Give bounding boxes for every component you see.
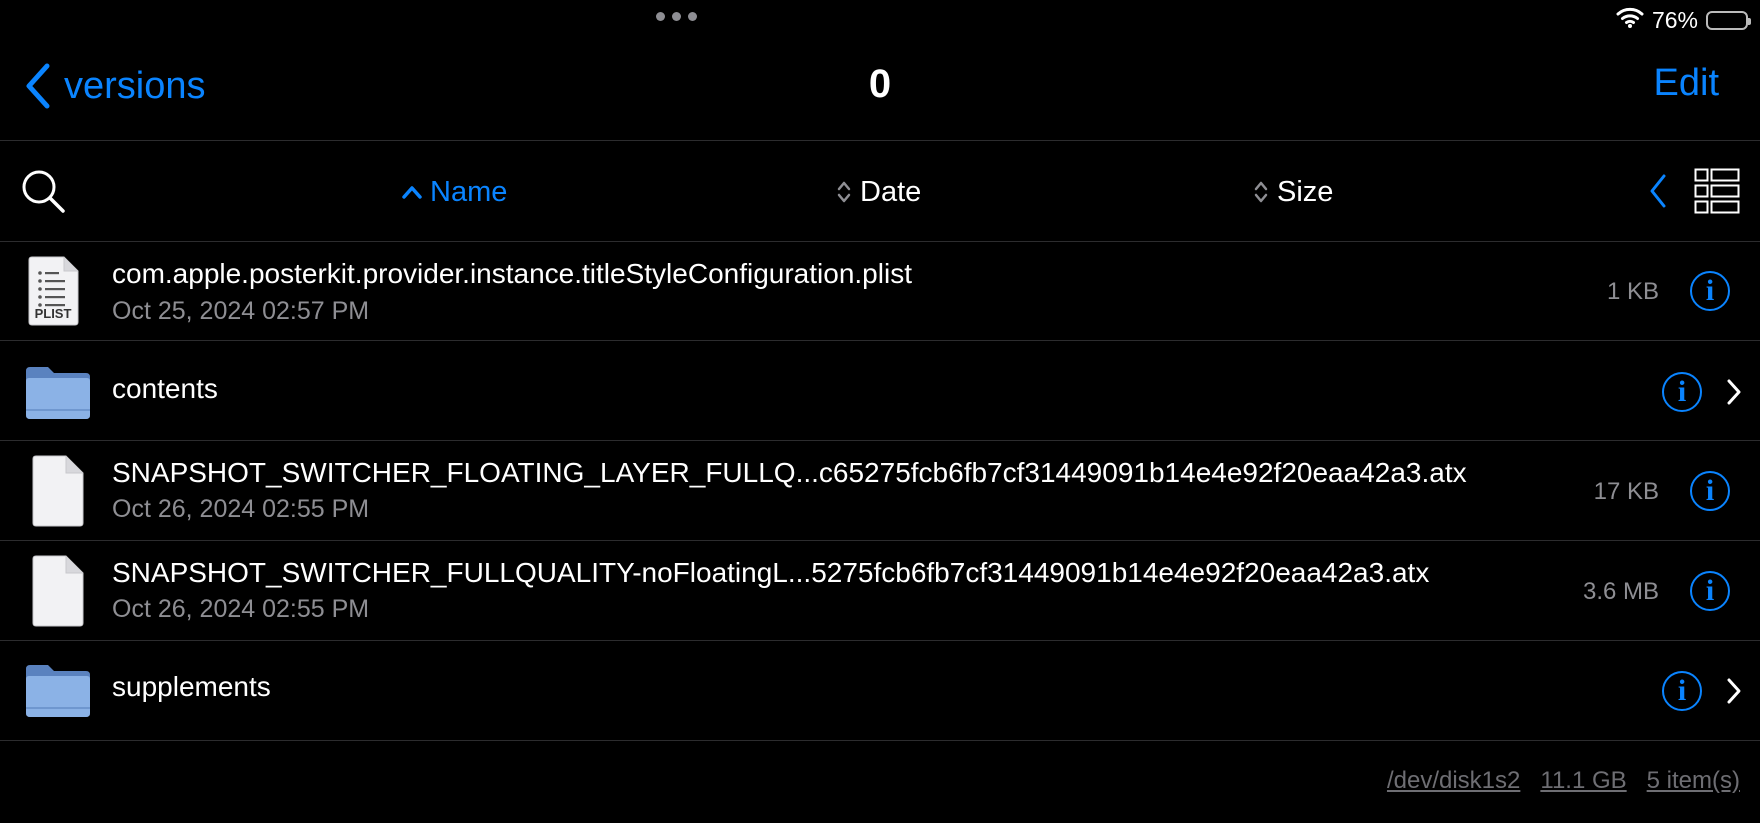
sort-bar: Name Date Size xyxy=(0,141,1760,241)
wifi-icon xyxy=(1616,6,1644,34)
sort-size-label: Size xyxy=(1277,175,1334,208)
free-space-link[interactable]: 11.1 GB xyxy=(1540,767,1626,795)
sort-by-date-button[interactable]: Date xyxy=(836,175,921,209)
list-item[interactable]: PLIST com.apple.posterkit.provider.insta… xyxy=(0,242,1760,340)
battery-icon xyxy=(1706,10,1751,30)
sort-name-label: Name xyxy=(430,175,508,208)
info-button[interactable]: i xyxy=(1690,271,1730,311)
file-browser-screen: 76% versions 0 Edit Name Date Size PLIST… xyxy=(0,0,1760,823)
page-title: 0 xyxy=(868,62,892,106)
sort-ascending-icon xyxy=(402,186,422,199)
file-name: SNAPSHOT_SWITCHER_FLOATING_LAYER_FULLQ..… xyxy=(112,457,1467,488)
list-item[interactable]: supplements i xyxy=(0,641,1760,740)
chevron-right-icon[interactable] xyxy=(1726,378,1742,411)
status-bar: 76% xyxy=(1616,6,1751,34)
info-button[interactable]: i xyxy=(1662,671,1702,711)
file-size: 17 KB xyxy=(1593,478,1659,505)
list-view-icon[interactable] xyxy=(1694,168,1740,219)
file-date: Oct 26, 2024 02:55 PM xyxy=(112,495,370,523)
chevron-right-icon[interactable] xyxy=(1726,677,1742,710)
multitasking-dots[interactable] xyxy=(656,12,697,21)
file-date: Oct 25, 2024 02:57 PM xyxy=(112,297,370,325)
edit-button[interactable]: Edit xyxy=(1654,62,1719,105)
file-name: com.apple.posterkit.provider.instance.ti… xyxy=(112,258,912,289)
info-button[interactable]: i xyxy=(1662,372,1702,412)
search-icon[interactable] xyxy=(20,168,66,219)
file-name: SNAPSHOT_SWITCHER_FULLQUALITY-noFloating… xyxy=(112,557,1430,588)
sort-by-name-button[interactable]: Name xyxy=(402,175,507,209)
info-button[interactable]: i xyxy=(1690,571,1730,611)
file-date: Oct 26, 2024 02:55 PM xyxy=(112,595,370,623)
chevron-left-icon[interactable] xyxy=(1648,173,1668,214)
file-size: 3.6 MB xyxy=(1582,578,1659,605)
list-item[interactable]: SNAPSHOT_SWITCHER_FULLQUALITY-noFloating… xyxy=(0,541,1760,640)
folder-name: contents xyxy=(112,373,218,404)
folder-icon xyxy=(24,365,92,426)
sort-updown-icon xyxy=(1254,181,1268,203)
storage-footer: /dev/disk1s2 11.1 GB 5 item(s) xyxy=(1387,767,1740,795)
battery-percent: 76% xyxy=(1651,6,1698,33)
divider xyxy=(0,740,1760,741)
sort-by-size-button[interactable]: Size xyxy=(1253,175,1333,209)
list-item[interactable]: SNAPSHOT_SWITCHER_FLOATING_LAYER_FULLQ..… xyxy=(0,441,1760,540)
plist-icon-label: PLIST xyxy=(34,306,72,321)
disk-link[interactable]: /dev/disk1s2 xyxy=(1387,767,1520,795)
plist-file-icon: PLIST xyxy=(24,256,82,326)
item-count-link[interactable]: 5 item(s) xyxy=(1647,767,1740,795)
sort-updown-icon xyxy=(837,181,851,203)
folder-name: supplements xyxy=(112,671,271,702)
list-item[interactable]: contents i xyxy=(0,341,1760,440)
file-size: 1 KB xyxy=(1606,278,1659,305)
document-icon xyxy=(30,455,86,532)
folder-icon xyxy=(24,663,92,724)
sort-date-label: Date xyxy=(860,175,922,208)
info-button[interactable]: i xyxy=(1690,471,1730,511)
document-icon xyxy=(30,555,86,632)
